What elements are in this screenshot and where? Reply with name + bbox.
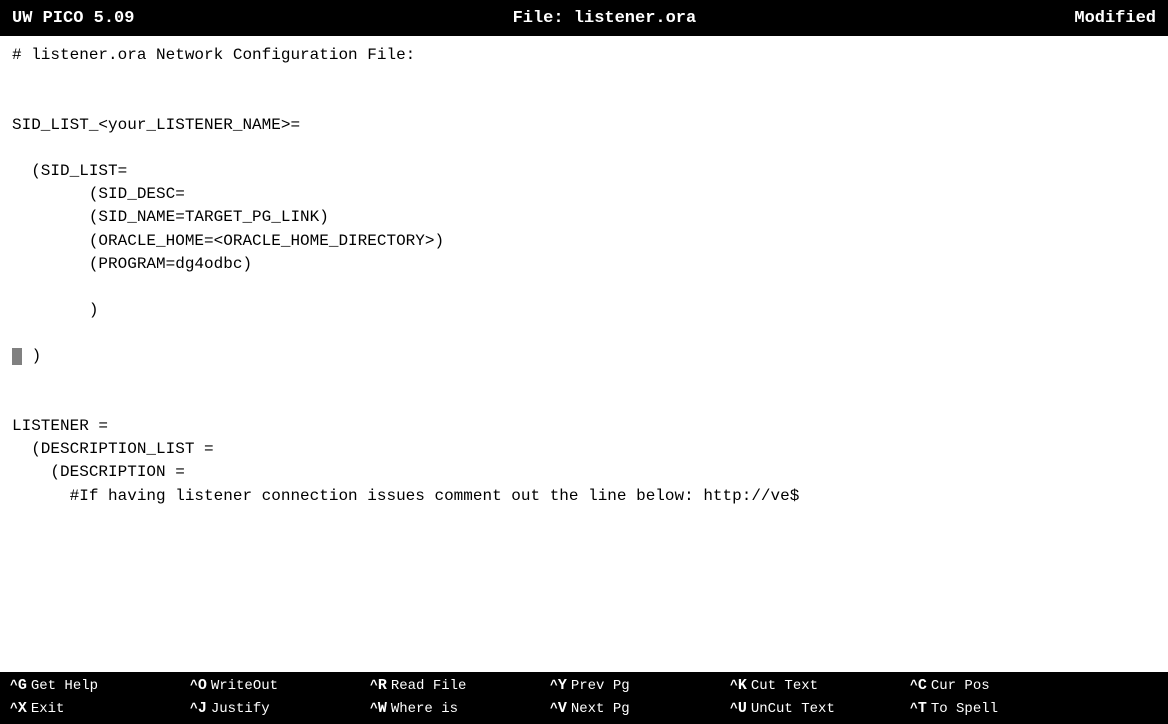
editor-line-17: LISTENER = [12,417,108,435]
label-to-spell: To Spell [931,701,998,717]
editor-line-7: (SID_DESC= [12,185,185,203]
shortcut-read-file: ^R Read File [360,674,540,697]
shortcut-row-1: ^G Get Help ^O WriteOut ^R Read File ^Y … [0,674,1168,697]
shortcut-justify: ^J Justify [180,697,360,720]
shortcut-to-spell: ^T To Spell [900,697,1080,720]
key-ctrl-v: ^V [550,700,567,717]
key-ctrl-r: ^R [370,677,387,694]
editor-line-19: (DESCRIPTION = [12,463,185,481]
shortcut-row-2: ^X Exit ^J Justify ^W Where is ^V Next P… [0,697,1168,720]
editor-line-14: ) [12,347,41,365]
key-ctrl-g: ^G [10,677,27,694]
editor-line-4: SID_LIST_<your_LISTENER_NAME>= [12,116,300,134]
editor-area[interactable]: # listener.ora Network Configuration Fil… [0,36,1168,672]
editor-line-12: ) [12,301,98,319]
label-cut-text: Cut Text [751,678,818,694]
key-ctrl-u: ^U [730,700,747,717]
shortcut-writeout: ^O WriteOut [180,674,360,697]
shortcut-exit: ^X Exit [0,697,180,720]
file-name: File: listener.ora [513,9,697,28]
label-where-is: Where is [391,701,458,717]
shortcut-cut-text: ^K Cut Text [720,674,900,697]
editor-line-20: #If having listener connection issues co… [12,487,799,505]
title-bar: UW PICO 5.09 File: listener.ora Modified [0,0,1168,36]
shortcut-uncut-text: ^U UnCut Text [720,697,900,720]
editor-line-1: # listener.ora Network Configuration Fil… [12,46,415,64]
label-justify: Justify [211,701,270,717]
label-next-pg: Next Pg [571,701,630,717]
text-cursor [12,348,22,366]
shortcut-next-pg: ^V Next Pg [540,697,720,720]
shortcut-bar: ^G Get Help ^O WriteOut ^R Read File ^Y … [0,672,1168,724]
shortcut-where-is: ^W Where is [360,697,540,720]
editor-line-18: (DESCRIPTION_LIST = [12,440,214,458]
editor-line-8: (SID_NAME=TARGET_PG_LINK) [12,208,329,226]
key-ctrl-o: ^O [190,677,207,694]
app-name: UW PICO 5.09 [12,9,134,28]
label-prev-pg: Prev Pg [571,678,630,694]
label-get-help: Get Help [31,678,98,694]
shortcut-prev-pg: ^Y Prev Pg [540,674,720,697]
key-ctrl-w: ^W [370,700,387,717]
editor-line-9: (ORACLE_HOME=<ORACLE_HOME_DIRECTORY>) [12,232,444,250]
editor-line-6: (SID_LIST= [12,162,127,180]
label-cur-pos: Cur Pos [931,678,990,694]
label-uncut-text: UnCut Text [751,701,835,717]
editor-line-10: (PROGRAM=dg4odbc) [12,255,252,273]
key-ctrl-y: ^Y [550,677,567,694]
shortcut-cur-pos: ^C Cur Pos [900,674,1080,697]
modified-status: Modified [1074,9,1156,28]
label-writeout: WriteOut [211,678,278,694]
key-ctrl-j: ^J [190,700,207,717]
key-ctrl-c: ^C [910,677,927,694]
key-ctrl-k: ^K [730,677,747,694]
key-ctrl-t: ^T [910,700,927,717]
shortcut-get-help: ^G Get Help [0,674,180,697]
key-ctrl-x: ^X [10,700,27,717]
label-read-file: Read File [391,678,467,694]
label-exit: Exit [31,701,65,717]
